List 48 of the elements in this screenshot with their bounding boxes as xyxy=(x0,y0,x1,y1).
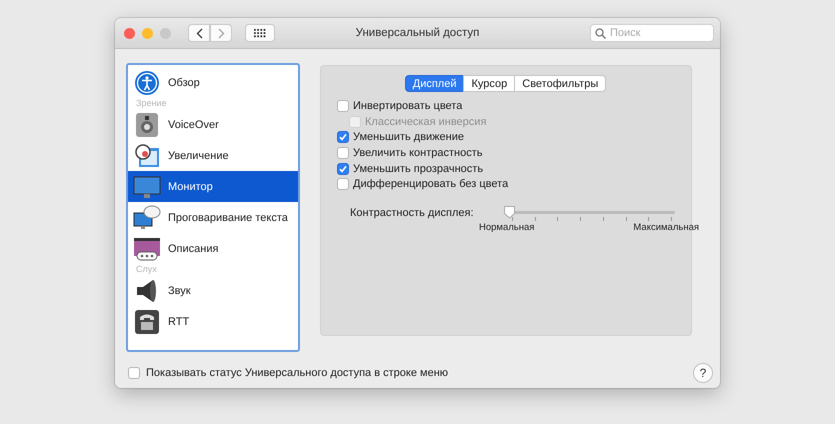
checkbox-option[interactable]: Дифференцировать без цвета xyxy=(337,176,675,192)
sidebar-item[interactable]: Звук xyxy=(128,275,298,306)
checkbox[interactable] xyxy=(337,146,349,159)
tab[interactable]: Курсор xyxy=(463,75,516,92)
sidebar-item[interactable]: Монитор xyxy=(128,171,298,202)
speaker-icon xyxy=(134,112,160,138)
section-header: Слух xyxy=(135,264,158,275)
show-all-button[interactable] xyxy=(245,24,275,42)
sidebar-item[interactable]: Увеличение xyxy=(128,140,298,171)
window-title: Универсальный доступ xyxy=(356,27,480,39)
help-button[interactable]: ? xyxy=(693,363,713,383)
checkbox[interactable] xyxy=(337,100,349,112)
checkbox-option[interactable]: Уменьшить движение xyxy=(337,129,675,146)
checkbox[interactable] xyxy=(337,131,349,144)
chevron-right-icon xyxy=(218,28,224,38)
slider-label: Контрастность дисплея: xyxy=(350,207,474,220)
telephone-icon xyxy=(134,308,160,334)
checkbox[interactable] xyxy=(337,162,349,175)
tab[interactable]: Светофильтры xyxy=(514,75,606,92)
grid-icon xyxy=(254,28,266,38)
tab[interactable]: Дисплей xyxy=(404,75,464,92)
minimize-button[interactable] xyxy=(142,28,153,38)
captions-icon xyxy=(133,236,161,262)
checkbox-label: Показывать статус Универсального доступа в строке меню xyxy=(146,367,448,379)
zoom-button[interactable] xyxy=(160,28,171,38)
slider-max-label: Максимальная xyxy=(633,222,699,234)
contrast-slider[interactable] xyxy=(505,205,675,222)
sidebar-item[interactable]: RTT xyxy=(128,306,298,337)
search-field[interactable]: Поиск xyxy=(590,24,714,42)
accessibility-icon xyxy=(134,70,160,96)
sidebar-item[interactable]: Обзор xyxy=(128,67,298,98)
sidebar-item[interactable]: Проговаривание текста xyxy=(128,202,298,233)
magnifier-icon xyxy=(134,142,160,168)
checkbox[interactable] xyxy=(128,367,140,379)
back-button[interactable] xyxy=(188,24,210,42)
checkbox-option[interactable]: Инвертировать цвета xyxy=(337,98,675,114)
monitor-icon xyxy=(133,174,161,200)
sidebar-item[interactable]: VoiceOver xyxy=(128,109,298,140)
checkbox-option[interactable]: Увеличить контрастность xyxy=(337,145,675,161)
sidebar-item[interactable]: Описания xyxy=(128,233,298,264)
section-header: Зрение xyxy=(135,98,168,109)
speech-bubble-icon xyxy=(133,204,161,230)
checkbox-option[interactable]: Уменьшить прозрачность xyxy=(337,160,675,176)
close-button[interactable] xyxy=(124,28,135,38)
checkbox[interactable] xyxy=(337,178,349,190)
slider-thumb[interactable] xyxy=(503,205,516,220)
slider-min-label: Нормальная xyxy=(479,222,534,234)
chevron-left-icon xyxy=(196,28,202,38)
